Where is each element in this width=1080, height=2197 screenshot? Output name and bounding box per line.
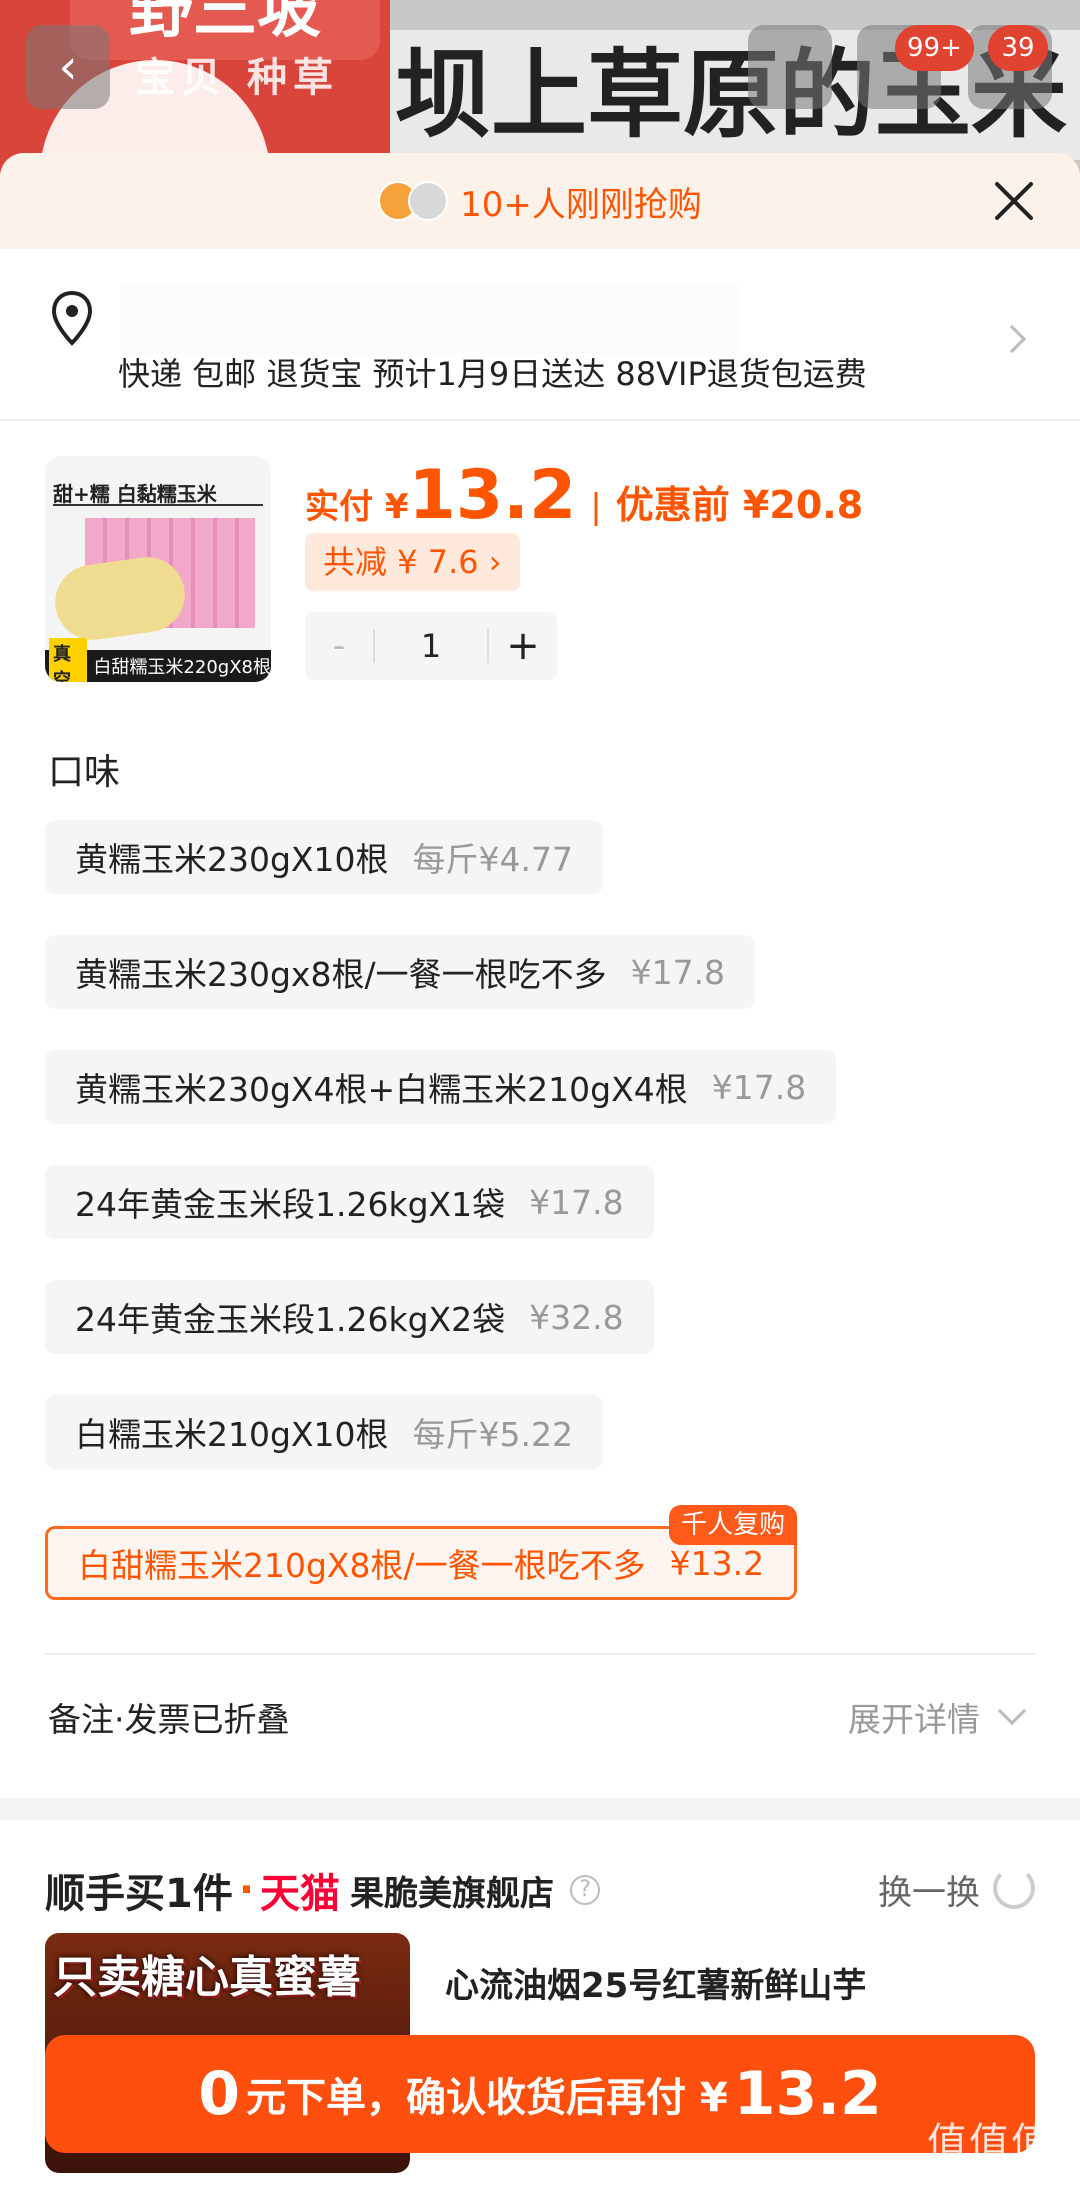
option-name: 黄糯玉米230gX4根+白糯玉米210gX4根 [75,1070,688,1109]
chevron-right-icon [997,324,1027,354]
addon-product-name[interactable]: 心流油烟25号红薯新鲜山芋 [445,1958,866,2007]
divider [45,1653,1035,1655]
buyer-avatars [378,181,449,221]
option-price: 每斤¥5.22 [412,1415,574,1454]
page-tabs: 宝贝 种草 [135,45,339,103]
option-price: ¥17.8 [630,952,726,992]
pay-price: 13.2 [408,456,577,535]
cart-badge: 99+ [895,25,974,71]
decrease-button[interactable]: - [305,626,373,666]
swap-button[interactable]: 换一换 [878,1865,980,1914]
section-separator [0,1798,1080,1820]
location-pin-icon [51,290,93,346]
addon-image-caption: 只卖糖心真蜜薯 [53,1952,361,2003]
watermark-site: zhizhizhi.com [920,2163,1069,2189]
option-name: 黄糯玉米230gx8根/一餐一根吃不多 [75,955,607,994]
option-name: 白糯玉米210gX10根 [75,1415,389,1454]
watermark-logo: 值值值 [927,2119,1053,2166]
cta-text: 元下单，确认收货后再付 ¥ [245,2075,728,2121]
option-price: 每斤¥4.77 [412,840,574,879]
address-redacted [120,284,740,354]
price-divider: | [590,487,602,527]
flavor-option[interactable]: 24年黄金玉米段1.26kgX2袋 ¥32.8 [45,1280,654,1354]
increase-button[interactable]: + [489,623,557,669]
flavor-option-selected[interactable]: 白甜糯玉米210gX8根/一餐一根吃不多 ¥13.2 千人复购 [45,1505,798,1600]
discount-detail-button[interactable]: 共减 ¥ 7.6 › [305,533,520,591]
tmall-logo: 天猫 [260,1871,341,1917]
quantity-stepper: - 1 + [305,612,557,680]
remark-label: 备注·发票已折叠 [48,1700,290,1739]
option-name: 24年黄金玉米段1.26kgX2袋 [75,1300,506,1339]
rush-banner: 10+人刚刚抢购 [0,153,1080,249]
store-name[interactable]: 果脆美旗舰店 [350,1866,554,1915]
addon-title-text: 顺手买1件 [45,1871,233,1917]
original-price: 优惠前 ¥20.8 [615,483,864,527]
cta-zero: 0 [198,2059,240,2129]
flavor-title: 口味 [48,752,121,793]
option-price: ¥17.8 [529,1182,624,1222]
flavor-option[interactable]: 黄糯玉米230gx8根/一餐一根吃不多 ¥17.8 [45,935,756,1009]
thumb-caption-bar: 真空 白甜糯玉米220gX8根 [45,638,271,682]
background-page: 野三坡 坝上草原的玉米 ‹ 宝贝 种草 99+ 39 [0,0,1080,175]
tab-item[interactable]: 宝贝 [135,55,227,101]
flavor-option[interactable]: 黄糯玉米230gX10根 每斤¥4.77 [45,820,604,894]
option-name: 黄糯玉米230gX10根 [75,840,389,879]
option-name: 白甜糯玉米210gX8根/一餐一根吃不多 [78,1546,646,1585]
repurchase-badge: 千人复购 [669,1505,798,1545]
purchase-sheet: 10+人刚刚抢购 快递 包邮 退货宝 预计1月9日送达 88VIP退货包运费 甜… [0,153,1080,2197]
back-button[interactable]: ‹ [26,25,110,109]
expand-details-link[interactable]: 展开详情 [848,1693,980,1741]
vacuum-tag: 真空 [49,638,88,682]
rush-text: 10+人刚刚抢购 [460,184,702,225]
flavor-option[interactable]: 24年黄金玉米段1.26kgX1袋 ¥17.8 [45,1165,654,1239]
share-button[interactable] [748,25,832,109]
help-icon[interactable]: ? [570,1875,601,1905]
refresh-icon[interactable] [993,1867,1035,1909]
remark-row[interactable]: 备注·发票已折叠 展开详情 [0,1673,1080,1763]
option-price: ¥13.2 [669,1543,765,1583]
flavor-option[interactable]: 黄糯玉米230gX4根+白糯玉米210gX4根 ¥17.8 [45,1050,837,1124]
option-price: ¥17.8 [711,1067,807,1107]
divider [53,504,263,506]
quantity-value[interactable]: 1 [375,627,487,665]
option-price: ¥32.8 [529,1297,624,1337]
delivery-info: 快递 包邮 退货宝 预计1月9日送达 88VIP退货包运费 [118,355,867,393]
addon-header: 顺手买1件 · 天猫 果脆美旗舰店 ? 换一换 [0,1843,1080,1933]
product-thumbnail[interactable]: 甜+糯 白黏糯玉米 真空 白甜糯玉米220gX8根 [45,456,271,682]
address-row[interactable]: 快递 包邮 退货宝 预计1月9日送达 88VIP退货包运费 [0,249,1080,421]
price-row: 实付 ¥ 13.2 | 优惠前 ¥20.8 [305,456,863,535]
flavor-option[interactable]: 白糯玉米210gX10根 每斤¥5.22 [45,1395,604,1469]
message-badge: 39 [988,25,1048,71]
pay-label: 实付 ¥ [305,487,409,527]
addon-title: 顺手买1件 · 天猫 果脆美旗舰店 ? [45,1861,601,1919]
corn-image [50,552,190,645]
chevron-down-icon [997,1696,1027,1726]
close-icon[interactable] [988,175,1040,227]
confirm-order-button[interactable]: 0 元下单，确认收货后再付 ¥ 13.2 [45,2035,1035,2153]
cta-price: 13.2 [733,2059,882,2129]
product-summary: 甜+糯 白黏糯玉米 真空 白甜糯玉米220gX8根 实付 ¥ 13.2 | 优惠… [0,421,1080,731]
avatar [408,181,449,221]
thumb-title: 甜+糯 白黏糯玉米 [53,482,217,506]
addon-dot: · [238,1867,255,1913]
option-name: 24年黄金玉米段1.26kgX1袋 [75,1185,506,1224]
site-watermark: 值值值 zhizhizhi.com [920,2119,1069,2189]
tab-grass[interactable]: 种草 [247,55,339,101]
thumb-caption: 白甜糯玉米220gX8根 [93,657,271,678]
